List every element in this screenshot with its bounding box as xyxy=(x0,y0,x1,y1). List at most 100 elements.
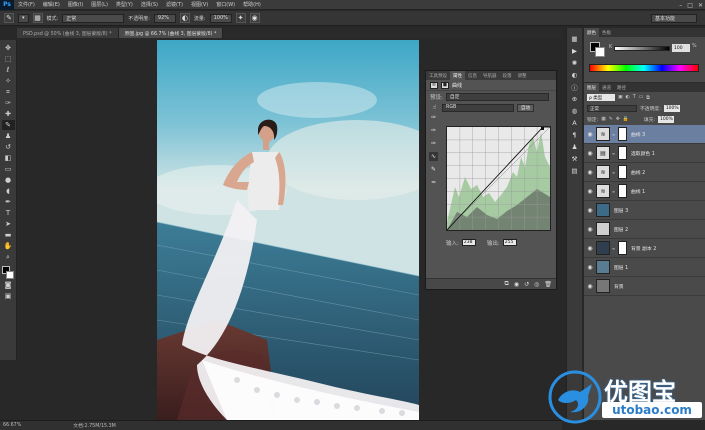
visibility-icon[interactable]: ◎ xyxy=(534,281,539,288)
channel-select[interactable]: RGB xyxy=(442,103,514,112)
eraser-tool-icon[interactable]: ◧ xyxy=(2,153,15,163)
layer-row[interactable]: ◉ ≋ ∞ 曲线 1 xyxy=(584,182,705,201)
k-value[interactable]: 100 xyxy=(672,44,690,52)
layer-mask-thumbnail[interactable] xyxy=(618,146,627,160)
zoom-tool-icon[interactable]: ⌕ xyxy=(2,252,15,262)
close-icon[interactable]: ✕ xyxy=(698,2,703,9)
output-value[interactable]: 255 xyxy=(502,239,517,246)
lock-paint-icon[interactable]: ✎ xyxy=(609,117,613,122)
layers-tab-0[interactable]: 图层 xyxy=(584,83,599,92)
tool-presets-icon[interactable]: ⚒ xyxy=(569,154,580,163)
properties-tab-2[interactable]: 信息 xyxy=(465,73,480,79)
pressure-size-icon[interactable]: ◉ xyxy=(249,13,260,23)
clone-stamp-tool-icon[interactable]: ♟ xyxy=(2,131,15,141)
lock-all-icon[interactable]: 🔒 xyxy=(623,117,629,122)
pen-tool-icon[interactable]: ✒ xyxy=(2,197,15,207)
tab-psd[interactable]: PSD.psd @ 50% (曲线 3, 图层蒙版/8) * xyxy=(17,28,119,38)
clone-source-icon[interactable]: ♟ xyxy=(569,142,580,151)
preset-select[interactable]: 自定 xyxy=(445,92,549,101)
reset-icon[interactable]: ↺ xyxy=(524,281,529,288)
filter-shape-icon[interactable]: ▭ xyxy=(639,95,644,100)
layer-row[interactable]: ◉ ≋ ∞ 曲线 2 xyxy=(584,163,705,182)
layer-visibility-eye-icon[interactable]: ◉ xyxy=(584,207,596,214)
layer-mask-thumbnail[interactable] xyxy=(618,127,627,141)
document-canvas[interactable] xyxy=(157,40,419,420)
adjustments-icon[interactable]: ◐ xyxy=(569,70,580,79)
healing-tool-icon[interactable]: ✚ xyxy=(2,109,15,119)
layer-row[interactable]: ◉ 图层 3 xyxy=(584,201,705,220)
layer-visibility-eye-icon[interactable]: ◉ xyxy=(584,169,596,176)
layer-mask-link-icon[interactable]: ∞ xyxy=(611,170,616,175)
layer-name[interactable]: 背景 xyxy=(614,283,624,290)
filter-adjust-icon[interactable]: ◐ xyxy=(626,95,630,100)
white-point-eyedropper-icon[interactable]: ✑ xyxy=(429,139,438,148)
layer-mask-thumbnail[interactable] xyxy=(618,184,627,198)
k-slider[interactable] xyxy=(614,46,670,51)
menu-item-2[interactable]: 图像(I) xyxy=(64,1,87,8)
view-previous-icon[interactable]: ◉ xyxy=(514,281,519,288)
fill-value[interactable]: 100% xyxy=(658,116,675,123)
mask-icon[interactable]: ◼ xyxy=(441,81,449,89)
layer-mask-thumbnail[interactable] xyxy=(618,241,627,255)
layer-row[interactable]: ◉ ▤ ∞ 选取颜色 1 xyxy=(584,144,705,163)
layer-name[interactable]: 曲线 3 xyxy=(631,131,645,138)
clip-to-layer-icon[interactable]: ⧉ xyxy=(505,280,509,288)
layers-tab-1[interactable]: 通道 xyxy=(599,85,614,91)
filter-type-icon[interactable]: T xyxy=(633,95,636,100)
menu-item-6[interactable]: 滤镜(T) xyxy=(162,1,187,8)
layer-mask-link-icon[interactable]: ∞ xyxy=(611,132,616,137)
tab-original[interactable]: 原图.jpg @ 66.7% (曲线 3, 图层蒙版/8) * xyxy=(118,28,224,38)
menu-item-5[interactable]: 选择(S) xyxy=(137,1,162,8)
actions-icon[interactable]: ▶ xyxy=(569,46,580,55)
mode-select[interactable]: 正常 xyxy=(62,13,125,23)
character-icon[interactable]: A xyxy=(569,118,580,127)
minimize-icon[interactable]: – xyxy=(679,2,682,9)
eyedropper-tool-icon[interactable]: ✑ xyxy=(2,98,15,108)
layer-visibility-eye-icon[interactable]: ◉ xyxy=(584,150,596,157)
layer-visibility-eye-icon[interactable]: ◉ xyxy=(584,245,596,252)
brush-tool-icon[interactable]: ✎ xyxy=(4,13,14,23)
lasso-tool-icon[interactable]: ℓ xyxy=(2,65,15,75)
layer-visibility-eye-icon[interactable]: ◉ xyxy=(584,131,596,138)
layer-row[interactable]: ◉ 图层 2 xyxy=(584,220,705,239)
layer-mask-link-icon[interactable]: ∞ xyxy=(611,151,616,156)
properties-tab-5[interactable]: 调整 xyxy=(515,73,530,79)
crop-tool-icon[interactable]: ⌗ xyxy=(2,87,15,97)
pressure-opacity-icon[interactable]: ◐ xyxy=(179,13,190,23)
gradient-tool-icon[interactable]: ▭ xyxy=(2,164,15,174)
layer-kind-filter[interactable]: ρ 类型 xyxy=(587,94,615,101)
menu-item-9[interactable]: 帮助(H) xyxy=(239,1,265,8)
properties-tab-0[interactable]: 工具预设 xyxy=(426,73,450,79)
lock-pixels-icon[interactable]: ▦ xyxy=(601,117,606,122)
menu-item-8[interactable]: 窗口(W) xyxy=(212,1,239,8)
curves-graph[interactable] xyxy=(446,126,551,231)
layer-visibility-eye-icon[interactable]: ◉ xyxy=(584,226,596,233)
marquee-tool-icon[interactable]: ⬚ xyxy=(2,54,15,64)
zoom-level[interactable]: 66.67% xyxy=(3,423,21,428)
quick-select-tool-icon[interactable]: ✧ xyxy=(2,76,15,86)
menu-item-3[interactable]: 图层(L) xyxy=(87,1,112,8)
brush-presets-icon[interactable]: ✺ xyxy=(569,58,580,67)
screen-mode-icon[interactable]: ▣ xyxy=(2,291,15,301)
layer-name[interactable]: 背景 副本 2 xyxy=(631,245,656,252)
history-icon[interactable]: ▦ xyxy=(569,34,580,43)
move-tool-icon[interactable]: ✥ xyxy=(2,43,15,53)
menu-item-0[interactable]: 文件(F) xyxy=(14,1,39,8)
layer-name[interactable]: 图层 1 xyxy=(614,264,628,271)
layer-name[interactable]: 曲线 2 xyxy=(631,169,645,176)
canvas-area[interactable]: 工具预设 属性 信息 导航器 段落 调整 ≋ ◼ 曲线 预设: 自定 ☝ RGB 自动 ✑… xyxy=(17,38,562,420)
hand-tool-icon[interactable]: ✋ xyxy=(2,241,15,251)
airbrush-icon[interactable]: ✦ xyxy=(235,13,246,23)
layer-visibility-eye-icon[interactable]: ◉ xyxy=(584,188,596,195)
brush-panel-icon[interactable]: ▦ xyxy=(32,13,43,23)
dodge-tool-icon[interactable]: ◖ xyxy=(2,186,15,196)
layers-tab-2[interactable]: 路径 xyxy=(614,85,629,91)
color-tab-1[interactable]: 色板 xyxy=(599,30,614,36)
background-color[interactable] xyxy=(5,271,14,279)
opacity-input[interactable]: 92% xyxy=(153,13,176,23)
history-brush-tool-icon[interactable]: ↺ xyxy=(2,142,15,152)
notes-icon[interactable]: ▤ xyxy=(569,166,580,175)
layer-visibility-eye-icon[interactable]: ◉ xyxy=(584,264,596,271)
paragraph-icon[interactable]: ¶ xyxy=(569,130,580,139)
color-swatches[interactable] xyxy=(1,266,15,279)
